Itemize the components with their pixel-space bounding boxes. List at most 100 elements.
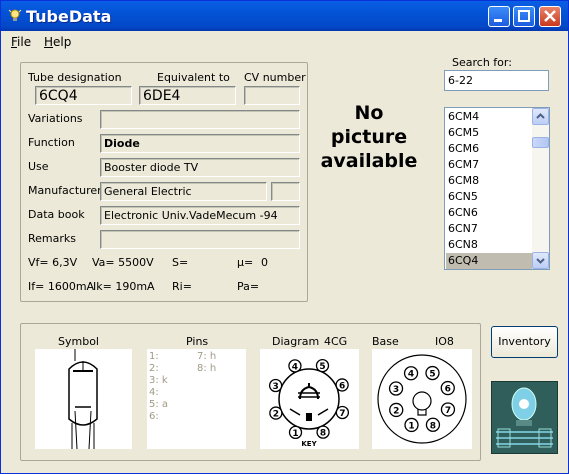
list-item[interactable]: 6CM4 [446,109,532,125]
chevron-up-icon [536,113,545,119]
pa-value: Pa= [237,280,260,293]
pin-entry-left: 1: [149,351,159,362]
scroll-down-button[interactable] [532,252,549,269]
cv-number-field[interactable] [244,86,300,105]
list-scrollbar[interactable] [532,108,549,269]
list-item[interactable]: 6CN8 [446,237,532,253]
base-label: Base [372,335,399,348]
base-diagram: 12 34 56 78 [377,354,467,444]
menu-bar: File Help [2,32,568,51]
title-bar[interactable]: TubeData [1,1,568,31]
pin-number: 2 [273,410,279,420]
variations-label: Variations [28,112,83,125]
pin-entry-right: 8: h [197,363,217,374]
pin-number: 3 [393,385,399,395]
diagram-panel: 1 2 3 4 5 6 7 8 KEY [260,349,359,449]
manufacturer-field[interactable]: General Electric [100,182,267,201]
pin-circle: 6 [440,380,455,396]
manufacturer-label: Manufacturer [28,184,102,197]
pins-label: Pins [186,335,209,348]
function-field[interactable]: Diode [100,134,300,153]
pin-number: 8 [430,421,436,431]
list-item[interactable]: 6CM5 [446,125,532,141]
pin-entry-left: 2: [149,363,159,374]
pin-number: 3 [272,382,278,392]
diagram-code: 4CG [324,335,348,348]
pin-circle: 2 [389,402,404,418]
tube-logo-icon [492,382,557,453]
data-book-field[interactable]: Electronic Univ.VadeMecum -94 [100,206,300,225]
manufacturer-extra-field[interactable] [271,182,300,201]
list-item[interactable]: 6CN7 [446,221,532,237]
logo-image [491,381,558,454]
pin-diagram: 1 2 3 4 5 6 7 8KEY [268,358,350,448]
pin-circle: 6 [335,378,349,392]
symbol-panel [35,349,132,450]
inventory-button[interactable]: Inventory [491,326,558,358]
pin-entry-left: 3: k [149,375,168,386]
tube-designation-field[interactable]: 6CQ4 [35,86,132,105]
pin-number: 1 [292,429,298,439]
use-field[interactable]: Booster diode TV [100,158,300,177]
no-picture-text: No picture available [320,102,418,172]
pin-number: 5 [429,370,435,380]
list-item[interactable]: 6CM6 [446,141,532,157]
pin-circle: 7 [335,405,350,420]
maximize-button[interactable] [513,6,535,27]
equivalent-to-label: Equivalent to [157,71,230,84]
vf-value: Vf= 6,3V [28,256,78,269]
equivalent-to-field[interactable]: 6DE4 [139,86,236,105]
pin-entry-left: 4: [149,387,159,398]
pin-number: 7 [445,406,451,416]
menu-file[interactable]: File [11,35,31,49]
list-item[interactable]: 6CN5 [446,189,532,205]
pin-circle: 4 [288,359,302,373]
window-title: TubeData [26,7,112,26]
pin-number: 8 [320,429,326,439]
pin-number: 2 [393,406,399,416]
pin-entry-left: 6: [149,411,159,422]
pin-number: 7 [339,409,345,419]
list-item[interactable]: 6CQ4 [446,253,532,269]
ri-value: Ri= [172,280,192,293]
if-value: If= 1600mA [28,280,95,293]
pin-circle: 7 [440,402,456,417]
minimize-button[interactable] [488,6,510,27]
tube-designation-label: Tube designation [28,71,122,84]
list-item[interactable]: 6CM7 [446,157,532,173]
scroll-thumb[interactable] [532,137,549,148]
menu-help[interactable]: Help [44,35,71,49]
close-icon [544,10,556,22]
base-panel: 12 34 56 78 [372,349,472,449]
diode-tube-symbol [68,349,98,450]
list-item[interactable]: 6CN6 [446,205,532,221]
maximize-icon [518,10,530,22]
symbol-label: Symbol [58,335,99,348]
chevron-down-icon [536,258,545,264]
variations-field[interactable] [100,110,300,129]
pin-number: 6 [339,381,345,391]
pin-circle: 3 [268,378,283,393]
pins-panel: 1: 7: h 2: 8: h 3: k 4: 5: a 6: [147,349,246,449]
pin-number: 1 [408,421,414,431]
pin-circle: 5 [315,358,330,373]
pin-circle: 8 [316,425,330,439]
tube-list[interactable]: 6CM4 6CM5 6CM6 6CM7 6CM8 6CN5 6CN6 6CN7 6CN8 6CQ4 [444,107,550,270]
pin-circle: 3 [388,381,404,396]
key-label: KEY [301,440,317,448]
scroll-up-button[interactable] [532,108,549,125]
search-input[interactable]: 6-22 [444,70,549,91]
remarks-field[interactable] [100,230,300,249]
pin-number: 5 [319,362,325,372]
mu-label: µ= [237,256,254,269]
cv-number-label: CV number [244,71,306,84]
lightbulb-icon [8,9,22,21]
search-label: Search for: [452,56,512,69]
pin-circle: 5 [425,365,440,381]
close-button[interactable] [539,6,561,27]
va-value: Va= 5500V [92,256,154,269]
s-value: S= [172,256,189,269]
list-item[interactable]: 6CM8 [446,173,532,189]
data-book-label: Data book [28,208,85,221]
function-label: Function [28,136,75,149]
